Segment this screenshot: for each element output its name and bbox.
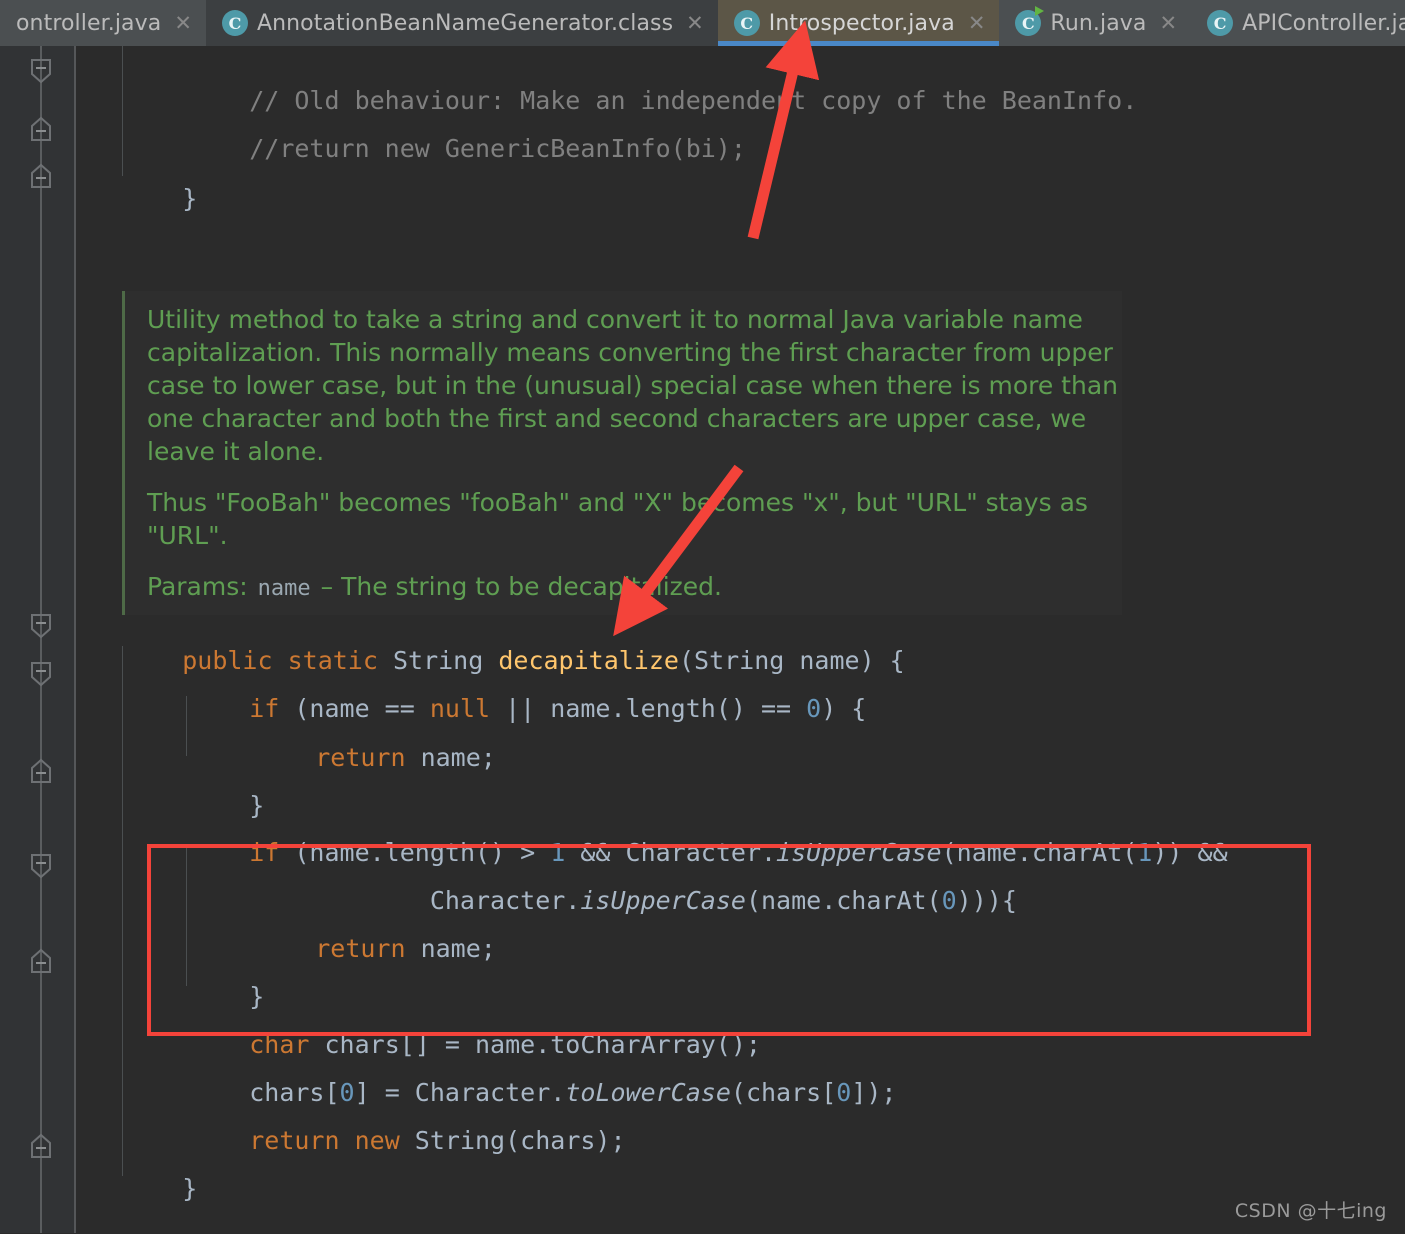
code-line-return-new-string[interactable]: return new String(chars); xyxy=(189,1096,626,1186)
assignment-part-d: ]); xyxy=(851,1078,897,1107)
editor-tab-1[interactable]: C AnnotationBeanNameGenerator.class ✕ xyxy=(205,0,718,46)
number-zero: 0 xyxy=(806,694,822,723)
number-one: 1 xyxy=(1137,838,1153,867)
comment-text: //return new GenericBeanInfo(bi); xyxy=(249,134,746,163)
java-class-icon: C xyxy=(1207,10,1234,36)
fold-marker-expand-icon[interactable] xyxy=(26,946,56,976)
code-line-close-brace-3[interactable]: } xyxy=(122,1144,197,1234)
keyword-return: return xyxy=(315,743,406,772)
close-icon[interactable]: ✕ xyxy=(174,12,192,34)
close-icon[interactable]: ✕ xyxy=(1160,12,1178,34)
editor-tab-4[interactable]: CAPIController.java✕ xyxy=(1191,0,1405,46)
editor-tab-label: APIController.java xyxy=(1242,10,1405,36)
javadoc-param-description: – The string to be decapitalized. xyxy=(320,572,722,601)
keyword-return: return xyxy=(249,1126,340,1155)
code-editor[interactable]: // Old behaviour: Make an independent co… xyxy=(0,46,1405,1233)
assignment-part-c: (chars[ xyxy=(730,1078,837,1107)
condition-part-d: )) && xyxy=(1152,838,1228,867)
fold-marker-collapse-icon[interactable] xyxy=(26,56,56,86)
keyword-new: new xyxy=(354,1126,400,1155)
number-zero: 0 xyxy=(836,1078,852,1107)
code-line-comment-2[interactable]: //return new GenericBeanInfo(bi); xyxy=(189,104,746,194)
javadoc-rendered-doc: Utility method to take a string and conv… xyxy=(122,291,1122,615)
java-class-icon: C xyxy=(221,10,248,36)
brace-text: } xyxy=(182,184,198,213)
editor-tab-label: AnnotationBeanNameGenerator.class xyxy=(256,10,674,36)
editor-tab-0[interactable]: ontroller.java ✕ xyxy=(0,0,206,46)
fold-marker-collapse-icon[interactable] xyxy=(26,659,56,689)
close-icon[interactable]: ✕ xyxy=(686,12,704,34)
return-value: name; xyxy=(405,934,496,963)
code-line-return-name-2[interactable]: return name; xyxy=(255,904,496,994)
gutter-separator xyxy=(74,46,76,1233)
editor-tab-label: Run.java xyxy=(1050,10,1147,36)
condition-part-c: ) { xyxy=(821,694,867,723)
editor-tab-label: ontroller.java xyxy=(16,10,162,36)
javadoc-paragraph-2: Thus "FooBah" becomes "fooBah" and "X" b… xyxy=(147,488,1088,550)
close-icon[interactable]: ✕ xyxy=(968,12,986,34)
editor-tab-bar: ontroller.java ✕ C AnnotationBeanNameGenera… xyxy=(0,0,1405,46)
fold-marker-expand-icon[interactable] xyxy=(26,756,56,786)
code-line-return-name-1[interactable]: return name; xyxy=(255,713,496,803)
method-call-isuppercase: isUpperCase xyxy=(580,886,746,915)
fold-marker-collapse-icon[interactable] xyxy=(26,851,56,881)
indent-guide xyxy=(122,646,123,1176)
fold-marker-expand-icon[interactable] xyxy=(26,161,56,191)
condition-part-b: ))){ xyxy=(956,886,1017,915)
java-runnable-class-icon: C xyxy=(1015,6,1045,36)
code-line-close-brace-1[interactable]: } xyxy=(122,154,197,244)
indent-guide xyxy=(186,846,187,986)
number-zero: 0 xyxy=(941,886,957,915)
java-class-icon: C xyxy=(733,10,760,36)
editor-tab-3[interactable]: C Run.java ✕ xyxy=(999,0,1192,46)
fold-marker-expand-icon[interactable] xyxy=(26,1131,56,1161)
run-triangle-icon xyxy=(1035,6,1045,16)
condition-part-a: (name.charAt( xyxy=(745,886,942,915)
fold-marker-expand-icon[interactable] xyxy=(26,114,56,144)
brace-text: } xyxy=(182,1174,198,1203)
editor-tab-label: Introspector.java xyxy=(768,10,955,36)
return-expression: String(chars); xyxy=(399,1126,626,1155)
javadoc-paragraph-1: Utility method to take a string and conv… xyxy=(147,305,1118,466)
javadoc-param-name: name xyxy=(257,576,311,601)
condition-part-b: || name.length() == xyxy=(490,694,807,723)
return-value: name; xyxy=(405,743,496,772)
javadoc-params-row: Params: name – The string to be decapita… xyxy=(147,570,1122,605)
javadoc-params-label: Params: xyxy=(147,572,248,601)
keyword-return: return xyxy=(315,934,406,963)
watermark-label: CSDN @十七ing xyxy=(1234,1200,1387,1222)
fold-marker-collapse-icon[interactable] xyxy=(26,611,56,641)
editor-tab-2[interactable]: C Introspector.java ✕ xyxy=(717,0,1000,46)
